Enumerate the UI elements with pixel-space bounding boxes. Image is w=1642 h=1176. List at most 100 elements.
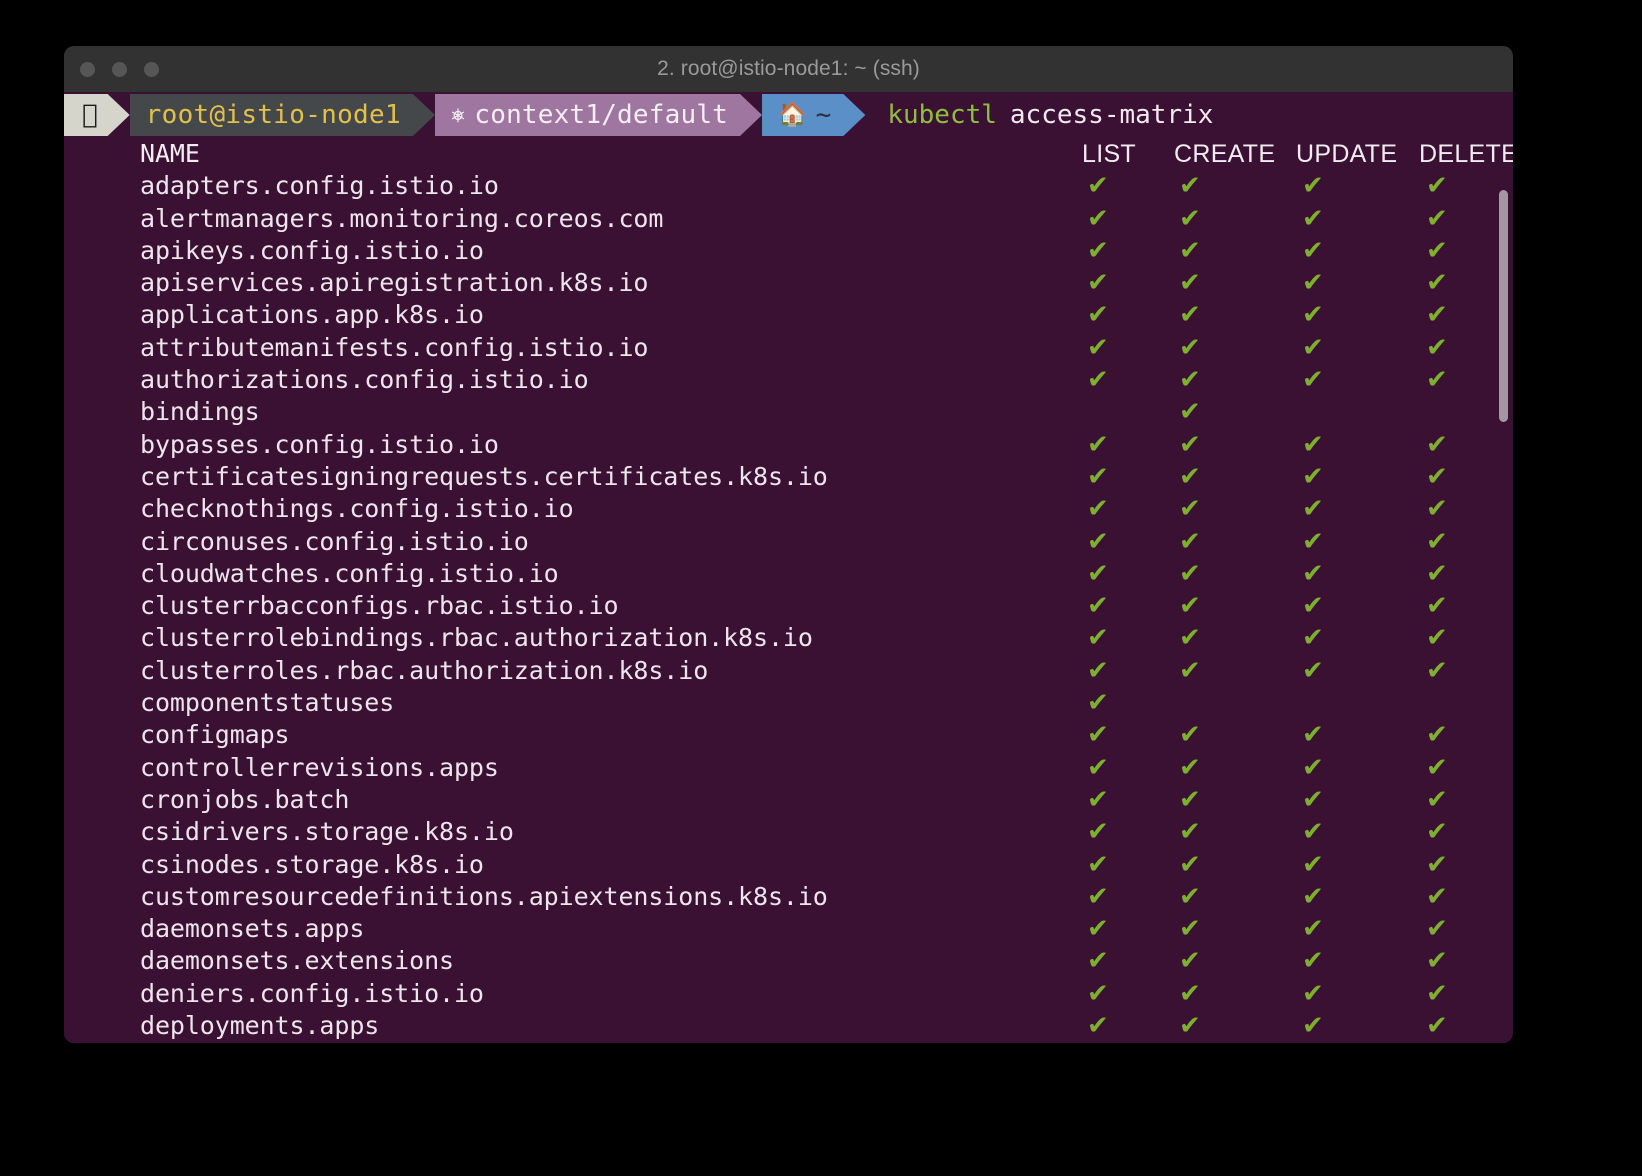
checkmark-icon: ✔ — [1426, 881, 1448, 912]
minimize-button[interactable] — [112, 61, 127, 77]
resource-name: checknothings.config.istio.io — [140, 494, 574, 524]
table-row: csinodes.storage.k8s.io ✔ ✔ ✔ ✔ — [74, 849, 1513, 881]
resource-name: configmaps — [140, 720, 290, 750]
checkmark-icon: ✔ — [1426, 461, 1448, 492]
resource-name: deployments.apps — [140, 1011, 380, 1041]
shell-prompt-line:  root@istio-node1 ⎈ context1/defa — [64, 94, 1513, 136]
window-title-bar[interactable]: 2. root@istio-node1: ~ (ssh) — [64, 46, 1513, 92]
checkmark-icon: ✔ — [1302, 365, 1324, 396]
checkmark-icon: ✔ — [1087, 784, 1109, 815]
checkmark-icon: ✔ — [1179, 397, 1201, 428]
checkmark-icon: ✔ — [1179, 784, 1201, 815]
checkmark-icon: ✔ — [1426, 558, 1448, 589]
checkmark-icon: ✔ — [1302, 558, 1324, 589]
checkmark-icon: ✔ — [1302, 461, 1324, 492]
table-row: alertmanagers.monitoring.coreos.com ✔ ✔ ✔ ✔ — [74, 203, 1513, 235]
checkmark-icon: ✔ — [1179, 752, 1201, 783]
checkmark-icon: ✔ — [1302, 914, 1324, 945]
table-row: csidrivers.storage.k8s.io ✔ ✔ ✔ ✔ — [74, 816, 1513, 848]
checkmark-icon: ✔ — [1426, 235, 1448, 266]
checkmark-icon: ✔ — [1087, 526, 1109, 557]
checkmark-icon: ✔ — [1426, 203, 1448, 234]
checkmark-icon: ✔ — [1179, 526, 1201, 557]
table-row: daemonsets.apps ✔ ✔ ✔ ✔ — [74, 913, 1513, 945]
checkmark-icon: ✔ — [1179, 300, 1201, 331]
checkmark-icon: ✔ — [1179, 849, 1201, 880]
checkmark-icon: ✔ — [1426, 946, 1448, 977]
checkmark-icon: ✔ — [1179, 171, 1201, 202]
checkmark-icon: ✔ — [1179, 365, 1201, 396]
checkmark-icon: ✔ — [1302, 494, 1324, 525]
resource-name: bindings — [140, 397, 260, 427]
resource-name: authorizations.config.istio.io — [140, 365, 589, 395]
checkmark-icon: ✔ — [1426, 623, 1448, 654]
checkmark-icon: ✔ — [1302, 268, 1324, 299]
table-row: certificatesigningrequests.certificates.… — [74, 461, 1513, 493]
checkmark-icon: ✔ — [1179, 978, 1201, 1009]
zoom-button[interactable] — [144, 61, 159, 77]
table-row: applications.app.k8s.io ✔ ✔ ✔ ✔ — [74, 299, 1513, 331]
table-row: bypasses.config.istio.io ✔ ✔ ✔ ✔ — [74, 429, 1513, 461]
checkmark-icon: ✔ — [1426, 300, 1448, 331]
resource-name: componentstatuses — [140, 688, 395, 718]
checkmark-icon: ✔ — [1302, 332, 1324, 363]
table-row: controllerrevisions.apps ✔ ✔ ✔ ✔ — [74, 752, 1513, 784]
table-row: deniers.config.istio.io ✔ ✔ ✔ ✔ — [74, 978, 1513, 1010]
terminal-body[interactable]:  root@istio-node1 ⎈ context1/defa — [64, 92, 1513, 1043]
checkmark-icon: ✔ — [1087, 881, 1109, 912]
checkmark-icon: ✔ — [1302, 881, 1324, 912]
checkmark-icon: ✔ — [1426, 784, 1448, 815]
access-matrix-table: NAME LIST CREATE UPDATE DELETE adapters.confi… — [64, 136, 1513, 1042]
scrollbar-track[interactable] — [1498, 138, 1511, 1043]
close-button[interactable] — [80, 61, 95, 77]
prompt-segment-directory: 🏠 ~ — [762, 94, 865, 136]
command-line[interactable]: kubectl access-matrix — [865, 94, 1213, 136]
table-row: apikeys.config.istio.io ✔ ✔ ✔ ✔ — [74, 235, 1513, 267]
checkmark-icon: ✔ — [1426, 526, 1448, 557]
checkmark-icon: ✔ — [1302, 784, 1324, 815]
checkmark-icon: ✔ — [1302, 429, 1324, 460]
prompt-segment-kube-context: ⎈ context1/default — [435, 94, 762, 136]
command-arguments: access-matrix — [994, 100, 1214, 130]
checkmark-icon: ✔ — [1087, 300, 1109, 331]
checkmark-icon: ✔ — [1087, 591, 1109, 622]
table-row: cronjobs.batch ✔ ✔ ✔ ✔ — [74, 784, 1513, 816]
checkmark-icon: ✔ — [1087, 655, 1109, 686]
checkmark-icon: ✔ — [1087, 1011, 1109, 1042]
checkmark-icon: ✔ — [1302, 817, 1324, 848]
resource-name: clusterrolebindings.rbac.authorization.k… — [140, 623, 813, 653]
checkmark-icon: ✔ — [1426, 332, 1448, 363]
table-row: attributemanifests.config.istio.io ✔ ✔ ✔ ✔ — [74, 332, 1513, 364]
prompt-directory-label: ~ — [816, 100, 838, 130]
checkmark-icon: ✔ — [1426, 978, 1448, 1009]
resource-name: certificatesigningrequests.certificates.… — [140, 461, 828, 491]
resource-name: deniers.config.istio.io — [140, 978, 484, 1008]
checkmark-icon: ✔ — [1179, 817, 1201, 848]
checkmark-icon: ✔ — [1426, 752, 1448, 783]
scrollbar-thumb[interactable] — [1499, 190, 1508, 422]
checkmark-icon: ✔ — [1426, 268, 1448, 299]
checkmark-icon: ✔ — [1087, 429, 1109, 460]
table-row: clusterrolebindings.rbac.authorization.k… — [74, 622, 1513, 654]
table-row: customresourcedefinitions.apiextensions.… — [74, 881, 1513, 913]
checkmark-icon: ✔ — [1179, 881, 1201, 912]
desktop-background: 2. root@istio-node1: ~ (ssh)  — [0, 0, 1642, 1176]
checkmark-icon: ✔ — [1302, 171, 1324, 202]
checkmark-icon: ✔ — [1302, 235, 1324, 266]
resource-name: clusterroles.rbac.authorization.k8s.io — [140, 655, 709, 685]
resource-name: adapters.config.istio.io — [140, 171, 499, 201]
checkmark-icon: ✔ — [1087, 720, 1109, 751]
checkmark-icon: ✔ — [1179, 914, 1201, 945]
window-controls — [80, 46, 159, 92]
checkmark-icon: ✔ — [1426, 720, 1448, 751]
checkmark-icon: ✔ — [1302, 203, 1324, 234]
window-title-text: 2. root@istio-node1: ~ (ssh) — [657, 57, 920, 80]
checkmark-icon: ✔ — [1426, 494, 1448, 525]
resource-name: apiservices.apiregistration.k8s.io — [140, 268, 649, 298]
resource-name: attributemanifests.config.istio.io — [140, 332, 649, 362]
checkmark-icon: ✔ — [1302, 849, 1324, 880]
checkmark-icon: ✔ — [1302, 300, 1324, 331]
table-row: configmaps ✔ ✔ ✔ ✔ — [74, 719, 1513, 751]
checkmark-icon: ✔ — [1179, 203, 1201, 234]
resource-name: controllerrevisions.apps — [140, 752, 499, 782]
